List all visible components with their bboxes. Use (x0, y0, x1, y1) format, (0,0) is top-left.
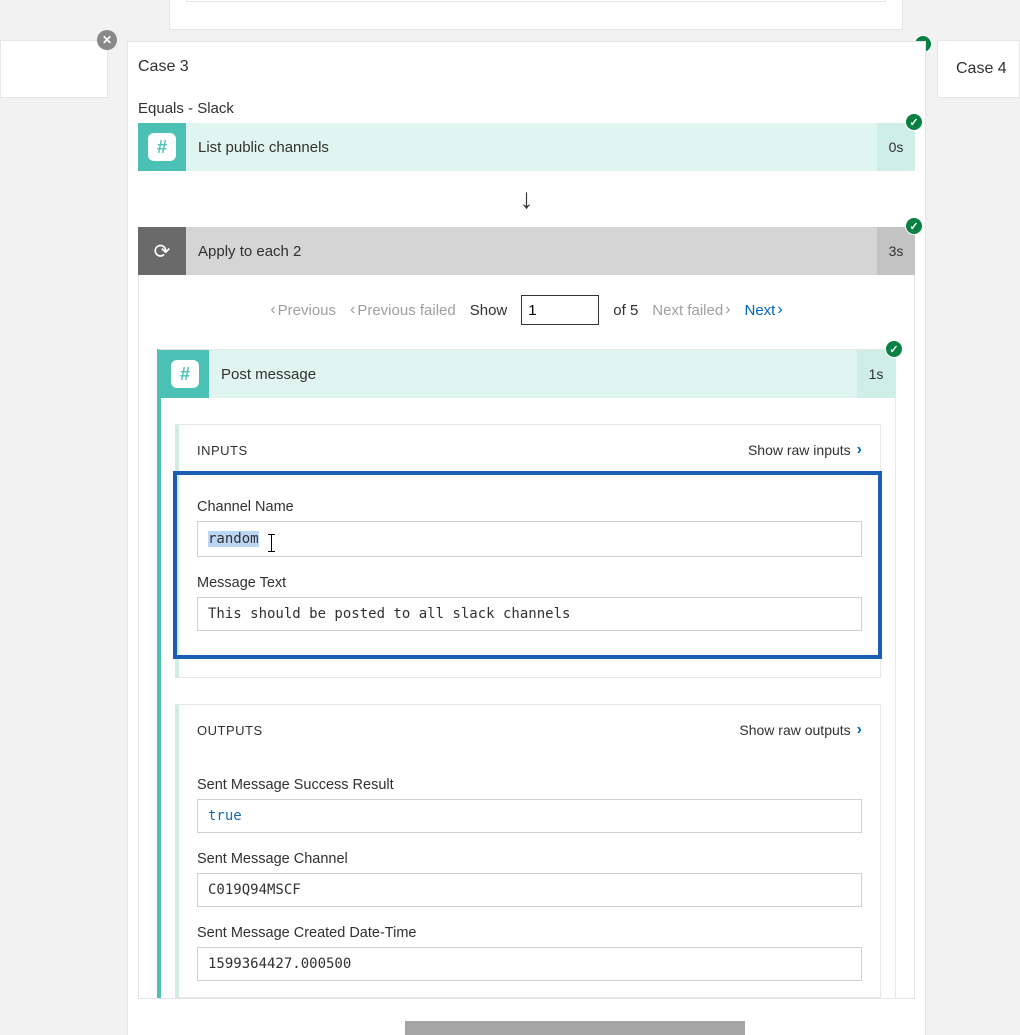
close-icon[interactable]: ✕ (97, 30, 117, 50)
inputs-panel: INPUTS Show raw inputs › Channel Name ra… (175, 424, 881, 678)
pager: ‹ Previous ‹ Previous failed Show of 5 N… (157, 295, 896, 325)
pager-previous-failed[interactable]: ‹ Previous failed (350, 301, 456, 319)
message-text-label: Message Text (197, 575, 862, 591)
left-case-card[interactable] (0, 40, 108, 98)
previous-card-inner (186, 0, 886, 2)
message-text-value: This should be posted to all slack chann… (208, 606, 570, 622)
step-loop-label: Apply to each 2 (186, 227, 877, 275)
sent-channel-field[interactable]: C019Q94MSCF (197, 873, 862, 907)
pager-next-failed[interactable]: Next failed › (652, 301, 730, 319)
step-apply-to-each[interactable]: ⟳ Apply to each 2 3s ✓ (138, 227, 915, 275)
channel-name-label: Channel Name (197, 499, 862, 515)
chevron-right-icon: › (857, 441, 862, 459)
loop-body: ‹ Previous ‹ Previous failed Show of 5 N… (138, 275, 915, 999)
created-time-field[interactable]: 1599364427.000500 (197, 947, 862, 981)
chevron-right-icon: › (725, 301, 730, 319)
step-list-label: List public channels (186, 123, 877, 171)
loop-icon: ⟳ (138, 227, 186, 275)
step-post-message: ✓ # Post message 1s INPUTS Show raw inpu… (157, 349, 896, 998)
slack-icon: # (138, 123, 186, 171)
horizontal-scrollbar[interactable] (405, 1021, 745, 1035)
chevron-right-icon: › (777, 301, 782, 319)
show-raw-outputs-link[interactable]: Show raw outputs › (739, 721, 862, 739)
sent-channel-label: Sent Message Channel (197, 851, 862, 867)
chevron-right-icon: › (857, 721, 862, 739)
chevron-left-icon: ‹ (350, 301, 355, 319)
pager-total: of 5 (613, 302, 638, 319)
check-icon: ✓ (885, 340, 903, 358)
channel-name-field[interactable]: random (197, 521, 862, 557)
outputs-panel: OUTPUTS Show raw outputs › Sent Message … (175, 704, 881, 998)
case4-card[interactable]: Case 4 (937, 40, 1020, 98)
outputs-title: OUTPUTS (197, 723, 263, 738)
success-result-value: true (208, 808, 242, 824)
step-list-channels[interactable]: # List public channels 0s ✓ (138, 123, 915, 171)
success-result-field[interactable]: true (197, 799, 862, 833)
arrow-down-icon: ↓ (128, 171, 925, 227)
message-text-field[interactable]: This should be posted to all slack chann… (197, 597, 862, 631)
pager-previous[interactable]: ‹ Previous (270, 301, 336, 319)
hash-icon: # (171, 360, 199, 388)
step-post-label: Post message (209, 350, 857, 398)
created-time-label: Sent Message Created Date-Time (197, 925, 862, 941)
created-time-value: 1599364427.000500 (208, 956, 351, 972)
check-icon: ✓ (905, 113, 923, 131)
condition-label: Equals - Slack (128, 100, 925, 123)
step-post-header[interactable]: # Post message 1s (161, 350, 895, 398)
check-icon: ✓ (905, 217, 923, 235)
text-cursor-icon (271, 534, 272, 552)
hash-icon: # (148, 133, 176, 161)
slack-icon: # (161, 350, 209, 398)
show-raw-inputs-link[interactable]: Show raw inputs › (748, 441, 862, 459)
case3-card: Case 3 Equals - Slack # List public chan… (127, 41, 926, 1035)
chevron-left-icon: ‹ (270, 301, 275, 319)
previous-card-peek (169, 0, 903, 30)
sent-channel-value: C019Q94MSCF (208, 882, 301, 898)
pager-index-input[interactable] (521, 295, 599, 325)
success-result-label: Sent Message Success Result (197, 777, 862, 793)
case4-title: Case 4 (956, 60, 1007, 78)
pager-show-label: Show (470, 302, 508, 319)
inputs-title: INPUTS (197, 443, 248, 458)
pager-next[interactable]: Next › (745, 301, 783, 319)
channel-name-value: random (208, 531, 259, 547)
case3-title: Case 3 (128, 42, 925, 100)
